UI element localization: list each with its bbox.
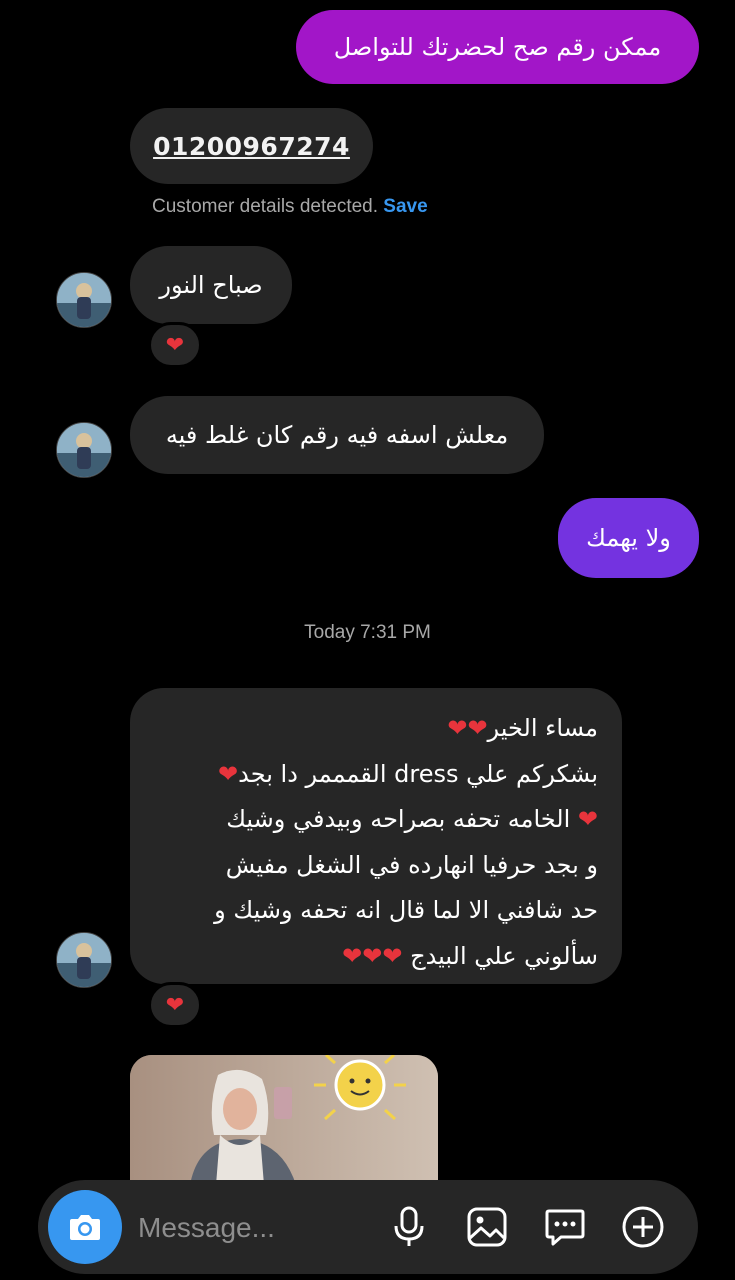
message-text: ولا يهمك <box>586 524 671 552</box>
incoming-message[interactable]: صباح النور <box>130 246 292 324</box>
more-options-button[interactable] <box>620 1204 666 1250</box>
avatar[interactable] <box>56 272 112 328</box>
message-line: حد شافني الا لما قال انه تحفه وشيك و <box>214 896 598 924</box>
incoming-message[interactable]: مساء الخير❤❤ بشكركم علي dress القمممر دا… <box>130 688 622 984</box>
message-text: معلش اسفه فيه رقم كان غلط فيه <box>165 421 509 449</box>
save-button[interactable]: Save <box>383 196 427 217</box>
outgoing-message[interactable]: ولا يهمك <box>558 498 699 578</box>
avatar[interactable] <box>56 422 112 478</box>
gallery-button[interactable] <box>464 1204 510 1250</box>
message-input[interactable] <box>136 1202 390 1254</box>
phone-number-message[interactable]: 01200967274 <box>130 108 373 184</box>
camera-icon <box>70 1215 100 1240</box>
microphone-icon <box>394 1206 424 1246</box>
message-text: ممكن رقم صح لحضرتك للتواصل <box>333 33 662 61</box>
incoming-message[interactable]: معلش اسفه فيه رقم كان غلط فيه <box>130 396 544 474</box>
message-line: و بجد حرفيا انهارده في الشغل مفيش <box>225 850 598 879</box>
message-line: ❤ الخامه تحفه بصراحه وبيدفي وشيك <box>226 805 598 833</box>
plus-icon <box>622 1206 664 1248</box>
message-line: مساء الخير❤❤ <box>447 714 598 742</box>
message-line: بشكركم علي dress القمممر دا بجد❤ <box>218 759 598 788</box>
heart-icon: ❤ <box>218 759 239 788</box>
heart-icon: ❤❤❤ <box>342 941 403 970</box>
heart-icon: ❤ <box>165 332 185 358</box>
outgoing-message[interactable]: ممكن رقم صح لحضرتك للتواصل <box>296 10 699 84</box>
timestamp: Today 7:31 PM <box>304 622 431 643</box>
heart-reaction[interactable]: ❤ <box>148 982 202 1028</box>
message-text: صباح النور <box>159 271 263 299</box>
message-composer <box>38 1180 698 1274</box>
heart-reaction[interactable]: ❤ <box>148 322 202 368</box>
customer-details-text: Customer details detected. <box>152 196 379 217</box>
sticker-button[interactable] <box>542 1204 588 1250</box>
heart-icon: ❤❤ <box>447 714 488 742</box>
customer-details-notice: Customer details detected. Save <box>152 196 428 218</box>
sticker-icon <box>545 1209 585 1246</box>
photo-message[interactable] <box>130 1055 438 1185</box>
microphone-button[interactable] <box>386 1204 432 1250</box>
heart-icon: ❤ <box>165 992 185 1018</box>
phone-number-link[interactable]: 01200967274 <box>153 132 350 161</box>
chat-screen: ممكن رقم صح لحضرتك للتواصل 01200967274 C… <box>0 0 735 1280</box>
camera-button[interactable] <box>48 1190 122 1264</box>
message-line: سألوني علي البيدج ❤❤❤ <box>342 941 598 970</box>
avatar[interactable] <box>56 932 112 988</box>
heart-icon: ❤ <box>577 805 598 833</box>
gallery-icon <box>467 1207 507 1247</box>
